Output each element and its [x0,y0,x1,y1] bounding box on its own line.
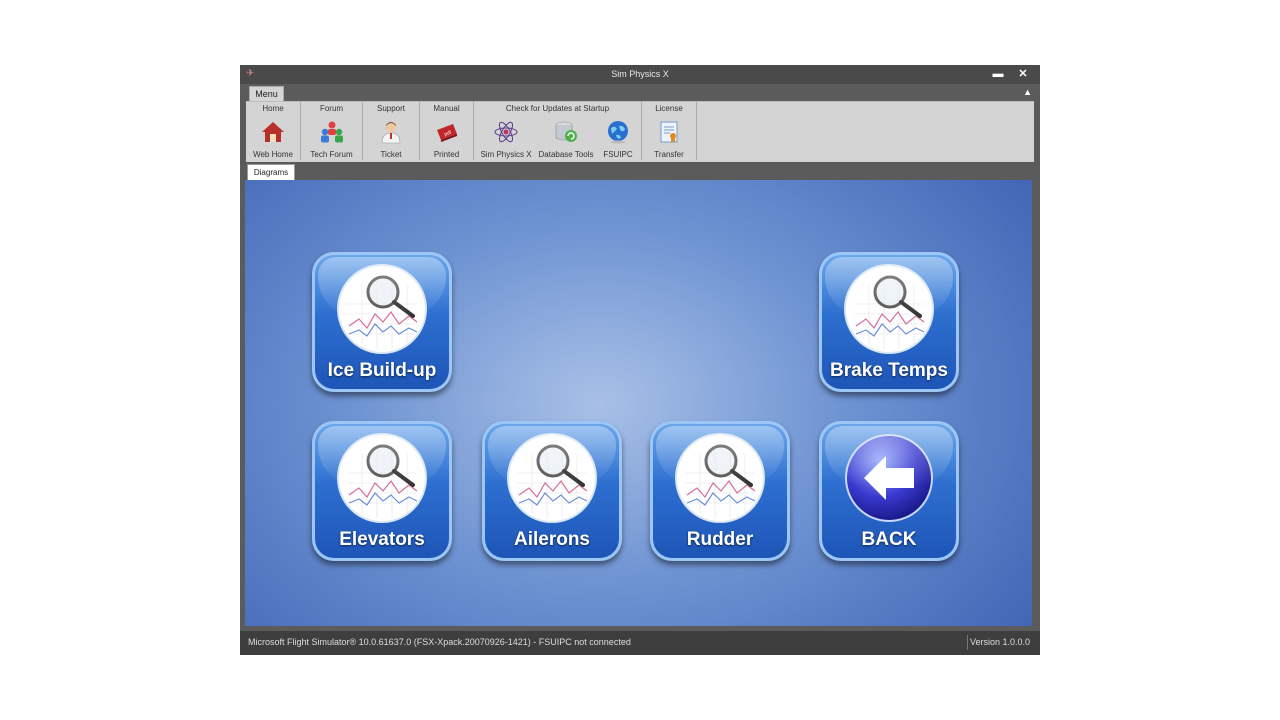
tile-label: Elevators [339,529,425,550]
group-title: Check for Updates at Startup [505,104,610,113]
fsuipc-button[interactable]: FSUIPC [598,116,638,160]
tab-menu[interactable]: Menu [249,86,284,102]
minimize-button[interactable]: ▬ [990,67,1006,81]
license-transfer-button[interactable]: Transfer [642,116,696,160]
group-title: Manual [433,104,460,113]
database-tools-button[interactable]: Database Tools [536,116,596,160]
button-label: Database Tools [538,150,594,159]
button-label: Sim Physics X [480,150,532,159]
group-title: License [655,104,683,113]
diagrams-panel: Ice Build-up Brake Temps Elevators Ailer… [245,180,1032,626]
brake-temps-tile[interactable]: Brake Temps [819,252,959,392]
group-title: Support [376,104,406,113]
ribbon-group-license: License Transfer [642,102,697,160]
ticket-button[interactable]: Ticket [363,116,419,160]
button-label: Printed [433,150,460,159]
elevators-tile[interactable]: Elevators [312,421,452,561]
tab-diagrams[interactable]: Diagrams [247,164,295,181]
tile-label: Rudder [686,529,754,550]
tile-label: BACK [861,529,917,550]
collapse-ribbon-button[interactable]: ▲ [1023,87,1032,97]
button-label: Web Home [253,150,293,159]
button-label: Ticket [380,150,402,159]
magnifier-chart-icon [337,433,427,523]
certificate-icon [660,121,678,143]
status-divider [967,635,968,650]
magnifier-chart-icon [675,433,765,523]
back-arrow-icon [845,434,933,522]
pdf-book-icon: pdf [436,124,457,142]
close-button[interactable]: ✕ [1015,67,1031,81]
magnifier-chart-icon [507,433,597,523]
simulator-status-text: Microsoft Flight Simulator® 10.0.61637.0… [248,637,631,647]
ribbon-group-updates: Check for Updates at Startup Sim Physics… [474,102,642,160]
web-home-button[interactable]: Web Home [246,116,300,160]
window-title: Sim Physics X [611,69,669,79]
magnifier-chart-icon [337,264,427,354]
tile-label: Ailerons [513,529,591,550]
support-person-icon [381,122,401,144]
back-tile[interactable]: BACK [819,421,959,561]
ailerons-tile[interactable]: Ailerons [482,421,622,561]
tile-label: Brake Temps [830,360,948,381]
status-bar: Microsoft Flight Simulator® 10.0.61637.0… [240,631,1040,655]
database-icon [555,121,577,142]
magnifier-chart-icon [844,264,934,354]
people-icon [320,121,343,143]
button-label: FSUIPC [603,150,633,159]
app-window: ✈ Sim Physics X ▬ ✕ Menu ▲ Home Web Home… [240,65,1040,655]
group-title: Forum [319,104,344,113]
group-title: Home [262,104,284,113]
ice-build-up-tile[interactable]: Ice Build-up [312,252,452,392]
home-icon [262,122,284,142]
atom-icon [494,121,518,143]
document-tab-row: Diagrams [240,162,1040,181]
globe-icon [608,121,628,144]
ribbon-group-home: Home Web Home [246,102,301,160]
ribbon-bar: Home Web Home Forum Tech Forum Support T… [246,101,1034,162]
button-label: Transfer [654,150,684,159]
rudder-tile[interactable]: Rudder [650,421,790,561]
ribbon-group-forum: Forum Tech Forum [301,102,363,160]
tile-label: Ice Build-up [327,360,437,381]
tech-forum-button[interactable]: Tech Forum [301,116,362,160]
button-label: Tech Forum [310,150,353,159]
ribbon-group-manual: Manual pdf Printed [420,102,474,160]
ribbon-tab-row: Menu ▲ [240,84,1040,102]
title-bar: ✈ Sim Physics X ▬ ✕ [240,65,1040,84]
printed-manual-button[interactable]: pdf Printed [420,116,473,160]
version-text: Version 1.0.0.0 [969,637,1030,647]
sim-physics-x-button[interactable]: Sim Physics X [478,116,534,160]
ribbon-group-support: Support Ticket [363,102,420,160]
